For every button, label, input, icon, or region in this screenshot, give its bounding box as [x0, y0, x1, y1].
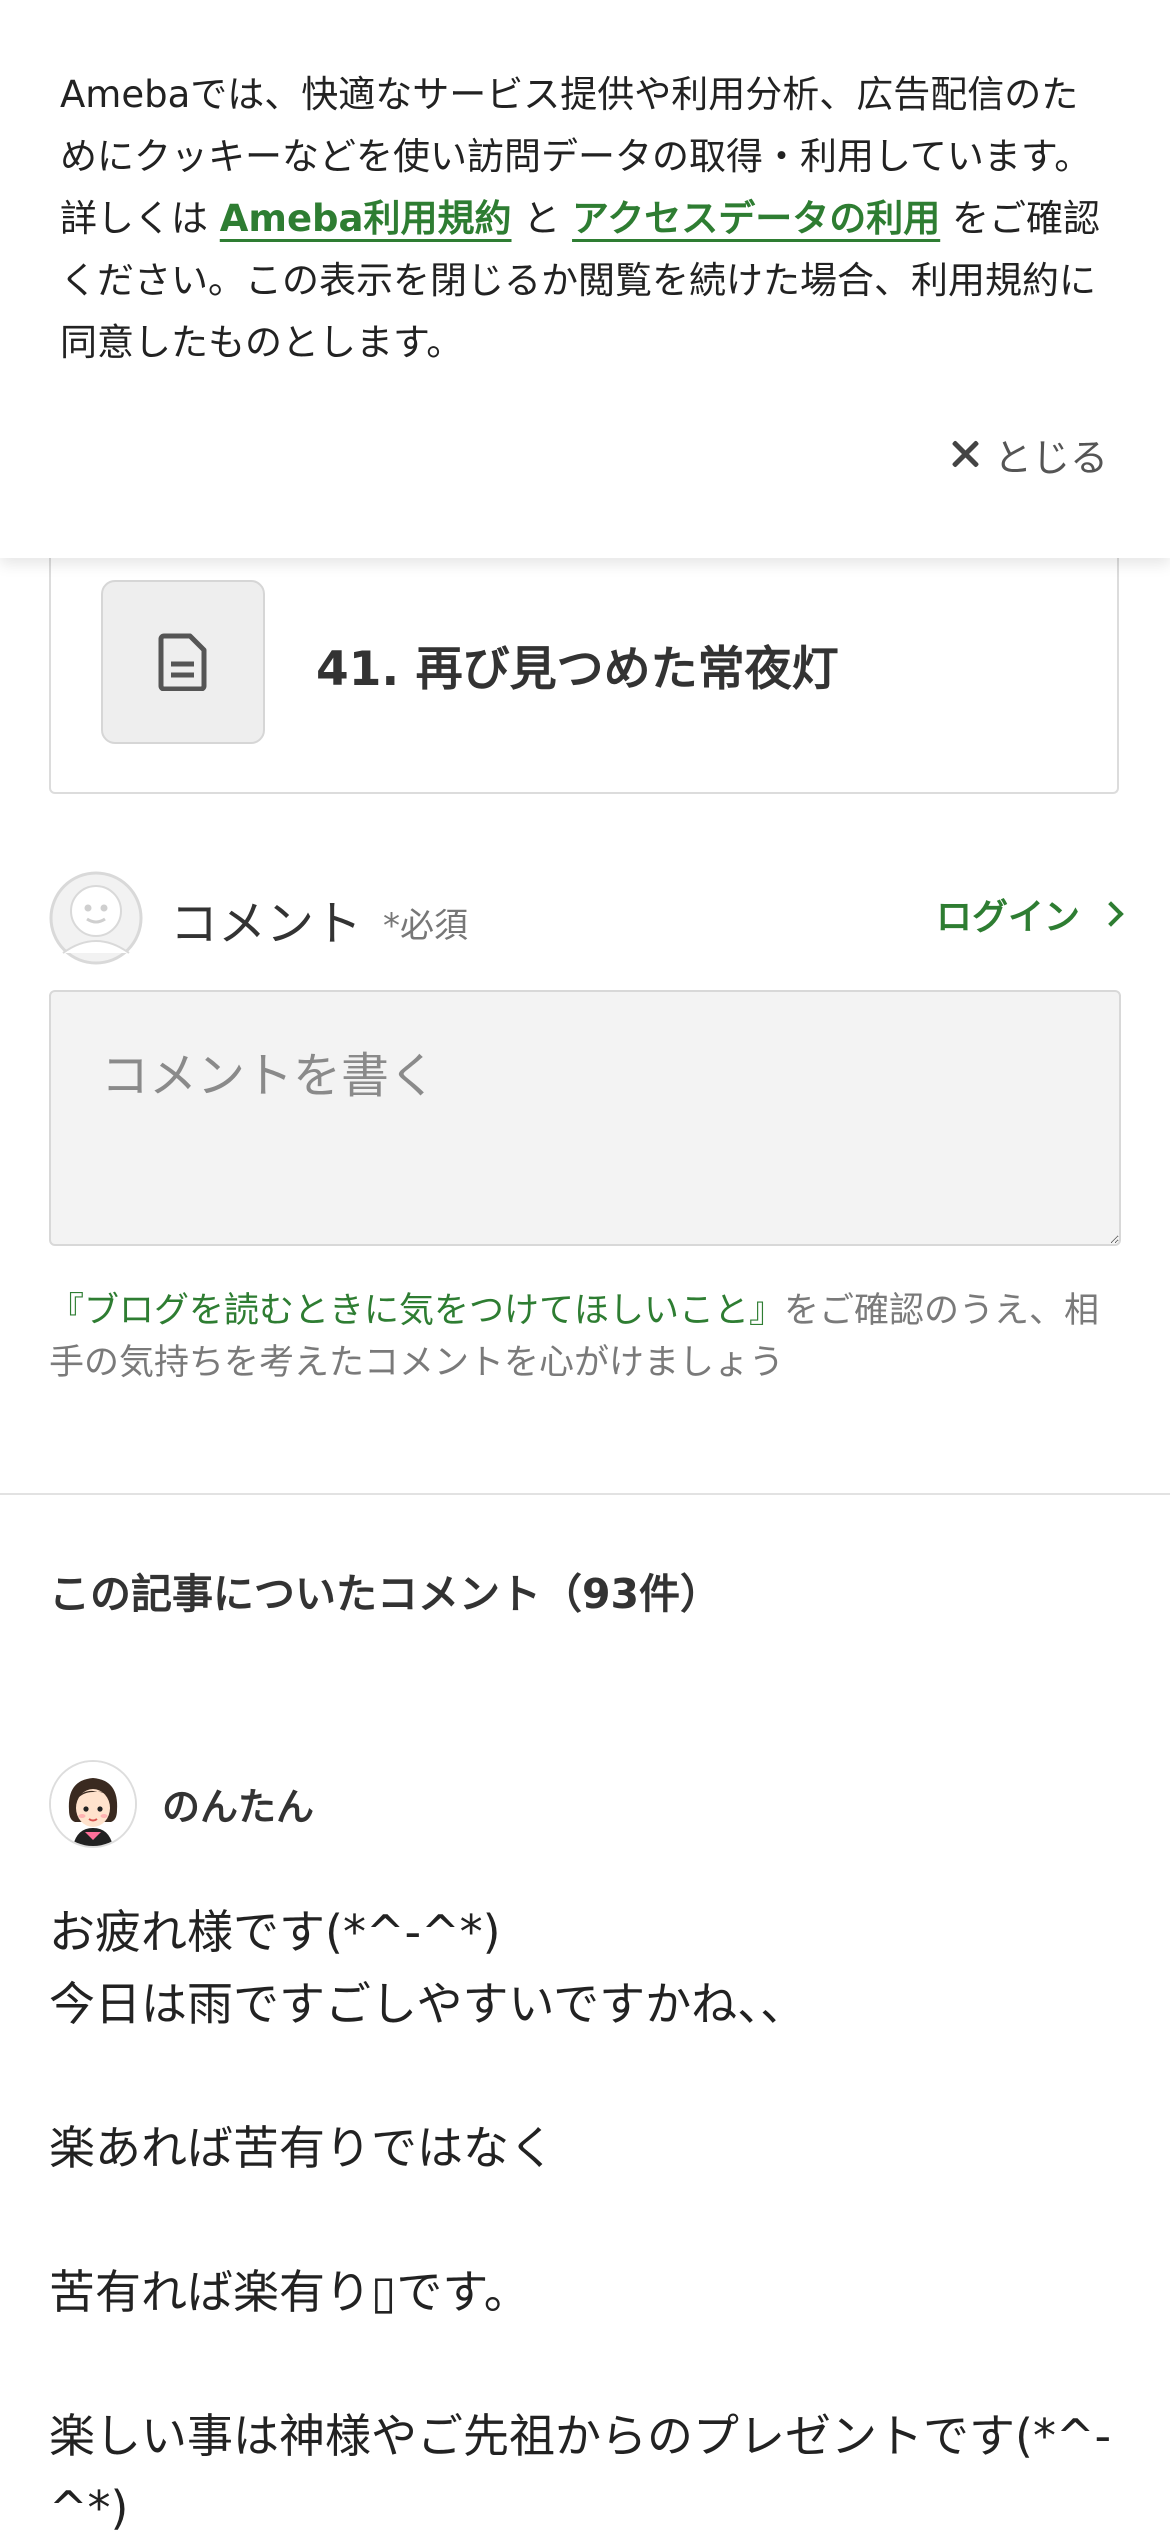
- access-data-link[interactable]: アクセスデータの利用: [572, 197, 940, 240]
- cookie-close-button[interactable]: とじる: [950, 424, 1108, 484]
- cookie-message: Amebaでは、快適なサービス提供や利用分析、広告配信のためにクッキーなどを使い…: [60, 64, 1110, 374]
- required-marker: *必須: [383, 906, 468, 946]
- comment-guideline: 『ブログを読むときに気をつけてほしいこと』をご確認のうえ、相手の気持ちを考えたコ…: [49, 1285, 1129, 1389]
- guideline-link[interactable]: 『ブログを読むときに気をつけてほしいこと』: [49, 1291, 784, 1331]
- comments-heading: この記事についたコメント（93件）: [49, 1570, 722, 1618]
- section-divider: [0, 1493, 1170, 1495]
- default-avatar-icon: [49, 871, 143, 965]
- document-icon: [158, 633, 207, 691]
- chevron-right-icon: [1098, 901, 1124, 927]
- cookie-text-middle: と: [511, 197, 573, 240]
- cookie-close-label: とじる: [993, 435, 1108, 480]
- related-article-title: 41. 再び見つめた常夜灯: [316, 642, 839, 697]
- comment-input[interactable]: [49, 990, 1121, 1246]
- comment-body: お疲れ様です(*^-^*) 今日は雨ですごしやすいですかね、、 楽あれば苦有りで…: [49, 1905, 1112, 2535]
- commenter-name[interactable]: のんたん: [162, 1776, 314, 1831]
- terms-link[interactable]: Ameba利用規約: [220, 197, 512, 240]
- related-article-card[interactable]: 41. 再び見つめた常夜灯: [49, 520, 1119, 794]
- cookie-banner: Amebaでは、快適なサービス提供や利用分析、広告配信のためにクッキーなどを使い…: [0, 0, 1170, 558]
- login-link[interactable]: ログイン: [935, 888, 1124, 940]
- close-icon: [950, 439, 980, 469]
- comment-label: コメント: [170, 896, 363, 952]
- article-thumbnail: [101, 580, 265, 744]
- login-label: ログイン: [935, 897, 1080, 938]
- avatar[interactable]: [49, 1760, 137, 1848]
